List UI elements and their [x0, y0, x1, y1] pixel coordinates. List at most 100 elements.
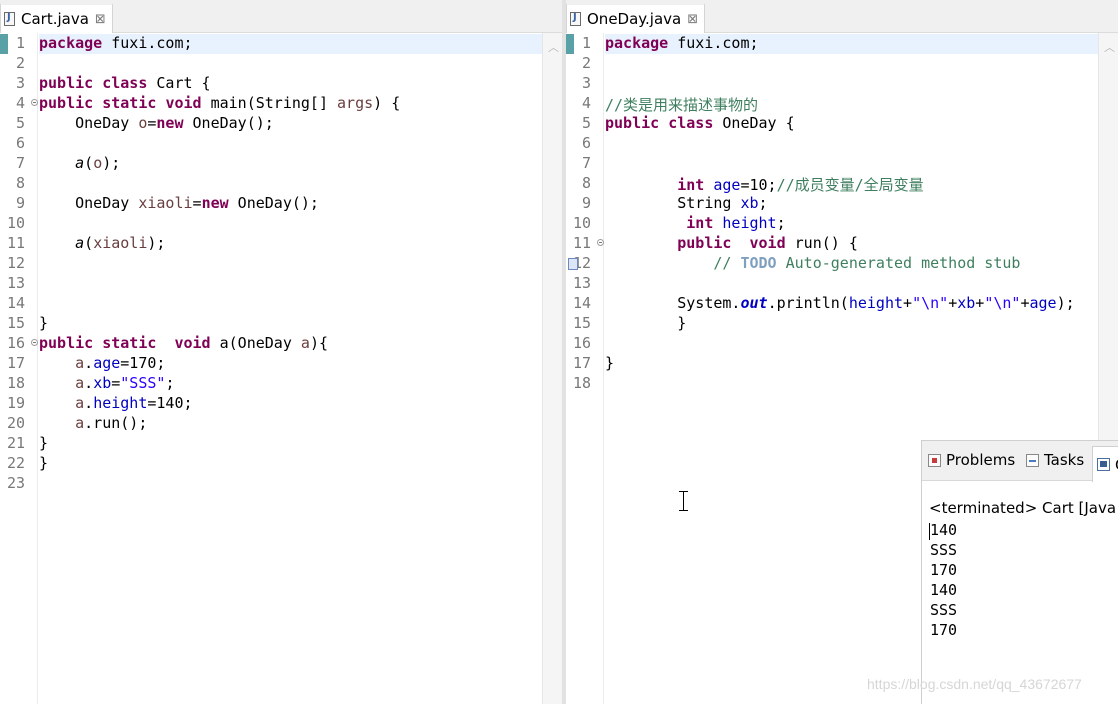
code-line[interactable]: a(o);	[39, 154, 120, 174]
code-line[interactable]: a(xiaoli);	[39, 234, 165, 254]
line-number: 22	[6, 454, 25, 472]
line-number: 1	[15, 34, 25, 52]
line-number: 7	[581, 154, 591, 172]
code-line[interactable]: public void run() {	[605, 234, 858, 254]
code-line[interactable]: public static void main(String[] args) {	[39, 94, 400, 114]
console-tabbar: Problems Tasks C	[922, 441, 1118, 482]
line-number: 17	[6, 354, 25, 372]
code-line[interactable]: OneDay xiaoli=new OneDay();	[39, 194, 319, 214]
code-line[interactable]: }	[39, 314, 48, 334]
line-number: 15	[572, 314, 591, 332]
line-number: 2	[15, 54, 25, 72]
current-line-marker	[0, 34, 8, 54]
fold-toggle-icon[interactable]	[597, 239, 604, 246]
code-area[interactable]: package fuxi.com; public class Cart {publ…	[39, 33, 542, 704]
line-number: 9	[15, 194, 25, 212]
line-number: 21	[6, 434, 25, 452]
code-line[interactable]: public class Cart {	[39, 74, 211, 94]
code-line[interactable]: a.xb="SSS";	[39, 374, 174, 394]
line-number: 19	[6, 394, 25, 412]
line-number: 18	[6, 374, 25, 392]
console-panel: Problems Tasks C <terminated> Cart [Java…	[921, 440, 1118, 704]
code-line[interactable]: a.age=170;	[39, 354, 165, 374]
tab-oneday-java[interactable]: OneDay.java ⊠	[566, 3, 706, 33]
tab-label: OneDay.java	[587, 10, 682, 28]
line-number: 15	[6, 314, 25, 332]
line-number: 12	[6, 254, 25, 272]
line-number: 14	[572, 294, 591, 312]
line-number: 23	[6, 474, 25, 492]
console-output[interactable]: 140 SSS 170 140 SSS 170	[930, 521, 957, 641]
ibeam-cursor-icon	[679, 491, 688, 511]
tab-problems-label: Problems	[946, 451, 1016, 469]
code-line[interactable]: OneDay o=new OneDay();	[39, 114, 274, 134]
close-icon[interactable]: ⊠	[687, 12, 698, 27]
line-number: 13	[6, 274, 25, 292]
line-number: 9	[581, 194, 591, 212]
fold-toggle-icon[interactable]	[31, 99, 38, 106]
code-line[interactable]: //类是用来描述事物的	[605, 94, 758, 114]
tab-label: Cart.java	[21, 10, 89, 28]
console-output-line: 170	[930, 621, 958, 639]
tab-problems[interactable]: Problems	[928, 451, 1015, 469]
tab-console[interactable]: C	[1092, 446, 1118, 482]
console-icon	[1097, 458, 1110, 471]
code-line[interactable]: }	[39, 454, 48, 474]
line-number: 4	[15, 94, 25, 112]
code-line[interactable]: // TODO Auto-generated method stub	[605, 254, 1020, 274]
line-number: 4	[581, 94, 591, 112]
current-line-marker	[566, 34, 574, 54]
editor-tabbar: Cart.java ⊠	[0, 0, 562, 33]
line-number: 6	[15, 134, 25, 152]
tab-tasks[interactable]: Tasks	[1026, 451, 1084, 469]
code-line[interactable]: a.run();	[39, 414, 147, 434]
tasks-icon	[1026, 453, 1039, 467]
line-number: 5	[581, 114, 591, 132]
code-line[interactable]: }	[605, 314, 686, 334]
code-line[interactable]: int age=10;//成员变量/全局变量	[605, 174, 923, 194]
console-output-line: 140	[930, 581, 958, 599]
line-number: 13	[572, 274, 591, 292]
code-line[interactable]: public static void a(OneDay a){	[39, 334, 328, 354]
line-number: 16	[572, 334, 591, 352]
cart-java-editor: Cart.java ⊠ 1234567891011121314151617181…	[0, 0, 562, 704]
code-line[interactable]: package fuxi.com;	[605, 34, 1098, 54]
code-line[interactable]: }	[39, 434, 48, 454]
line-number: 17	[572, 354, 591, 372]
code-line[interactable]: System.out.println(height+"\n"+xb+"\n"+a…	[605, 294, 1074, 314]
problems-icon	[928, 453, 941, 467]
line-number: 8	[15, 174, 25, 192]
line-number: 18	[572, 374, 591, 392]
console-output-line: 140	[930, 521, 958, 539]
scroll-up-icon[interactable]: ︿	[1104, 39, 1115, 55]
editor-tabbar: OneDay.java ⊠	[566, 0, 1118, 33]
line-number-gutter: 1 2 3 4 5 6 7 8 9 10 11 12 13 14 15 16 17 18 19 20 21 22 23	[0, 33, 38, 704]
line-number: 3	[581, 74, 591, 92]
line-number: 6	[581, 134, 591, 152]
line-number: 3	[15, 74, 25, 92]
line-number: 10	[6, 214, 25, 232]
watermark: https://blog.csdn.net/qq_43672677	[867, 676, 1082, 692]
line-number: 20	[6, 414, 25, 432]
console-output-line: SSS	[930, 601, 958, 619]
line-number: 16	[6, 334, 25, 352]
task-marker-icon[interactable]	[568, 258, 578, 270]
fold-toggle-icon[interactable]	[31, 339, 38, 346]
tab-cart-java[interactable]: Cart.java ⊠	[0, 3, 113, 33]
code-line[interactable]: }	[605, 354, 614, 374]
line-number: 5	[15, 114, 25, 132]
code-line[interactable]: public class OneDay {	[605, 114, 795, 134]
code-line[interactable]: package fuxi.com;	[39, 34, 542, 54]
line-number: 2	[581, 54, 591, 72]
vertical-scrollbar[interactable]: ︿	[542, 33, 562, 704]
scroll-up-icon[interactable]: ︿	[548, 39, 559, 55]
java-file-icon	[570, 12, 581, 26]
tab-tasks-label: Tasks	[1044, 451, 1085, 469]
line-number: 7	[15, 154, 25, 172]
line-number: 1	[581, 34, 591, 52]
code-line[interactable]: a.height=140;	[39, 394, 192, 414]
code-line[interactable]: int height;	[605, 214, 785, 234]
close-icon[interactable]: ⊠	[95, 12, 106, 27]
code-line[interactable]: String xb;	[605, 194, 767, 214]
java-file-icon	[4, 12, 15, 26]
